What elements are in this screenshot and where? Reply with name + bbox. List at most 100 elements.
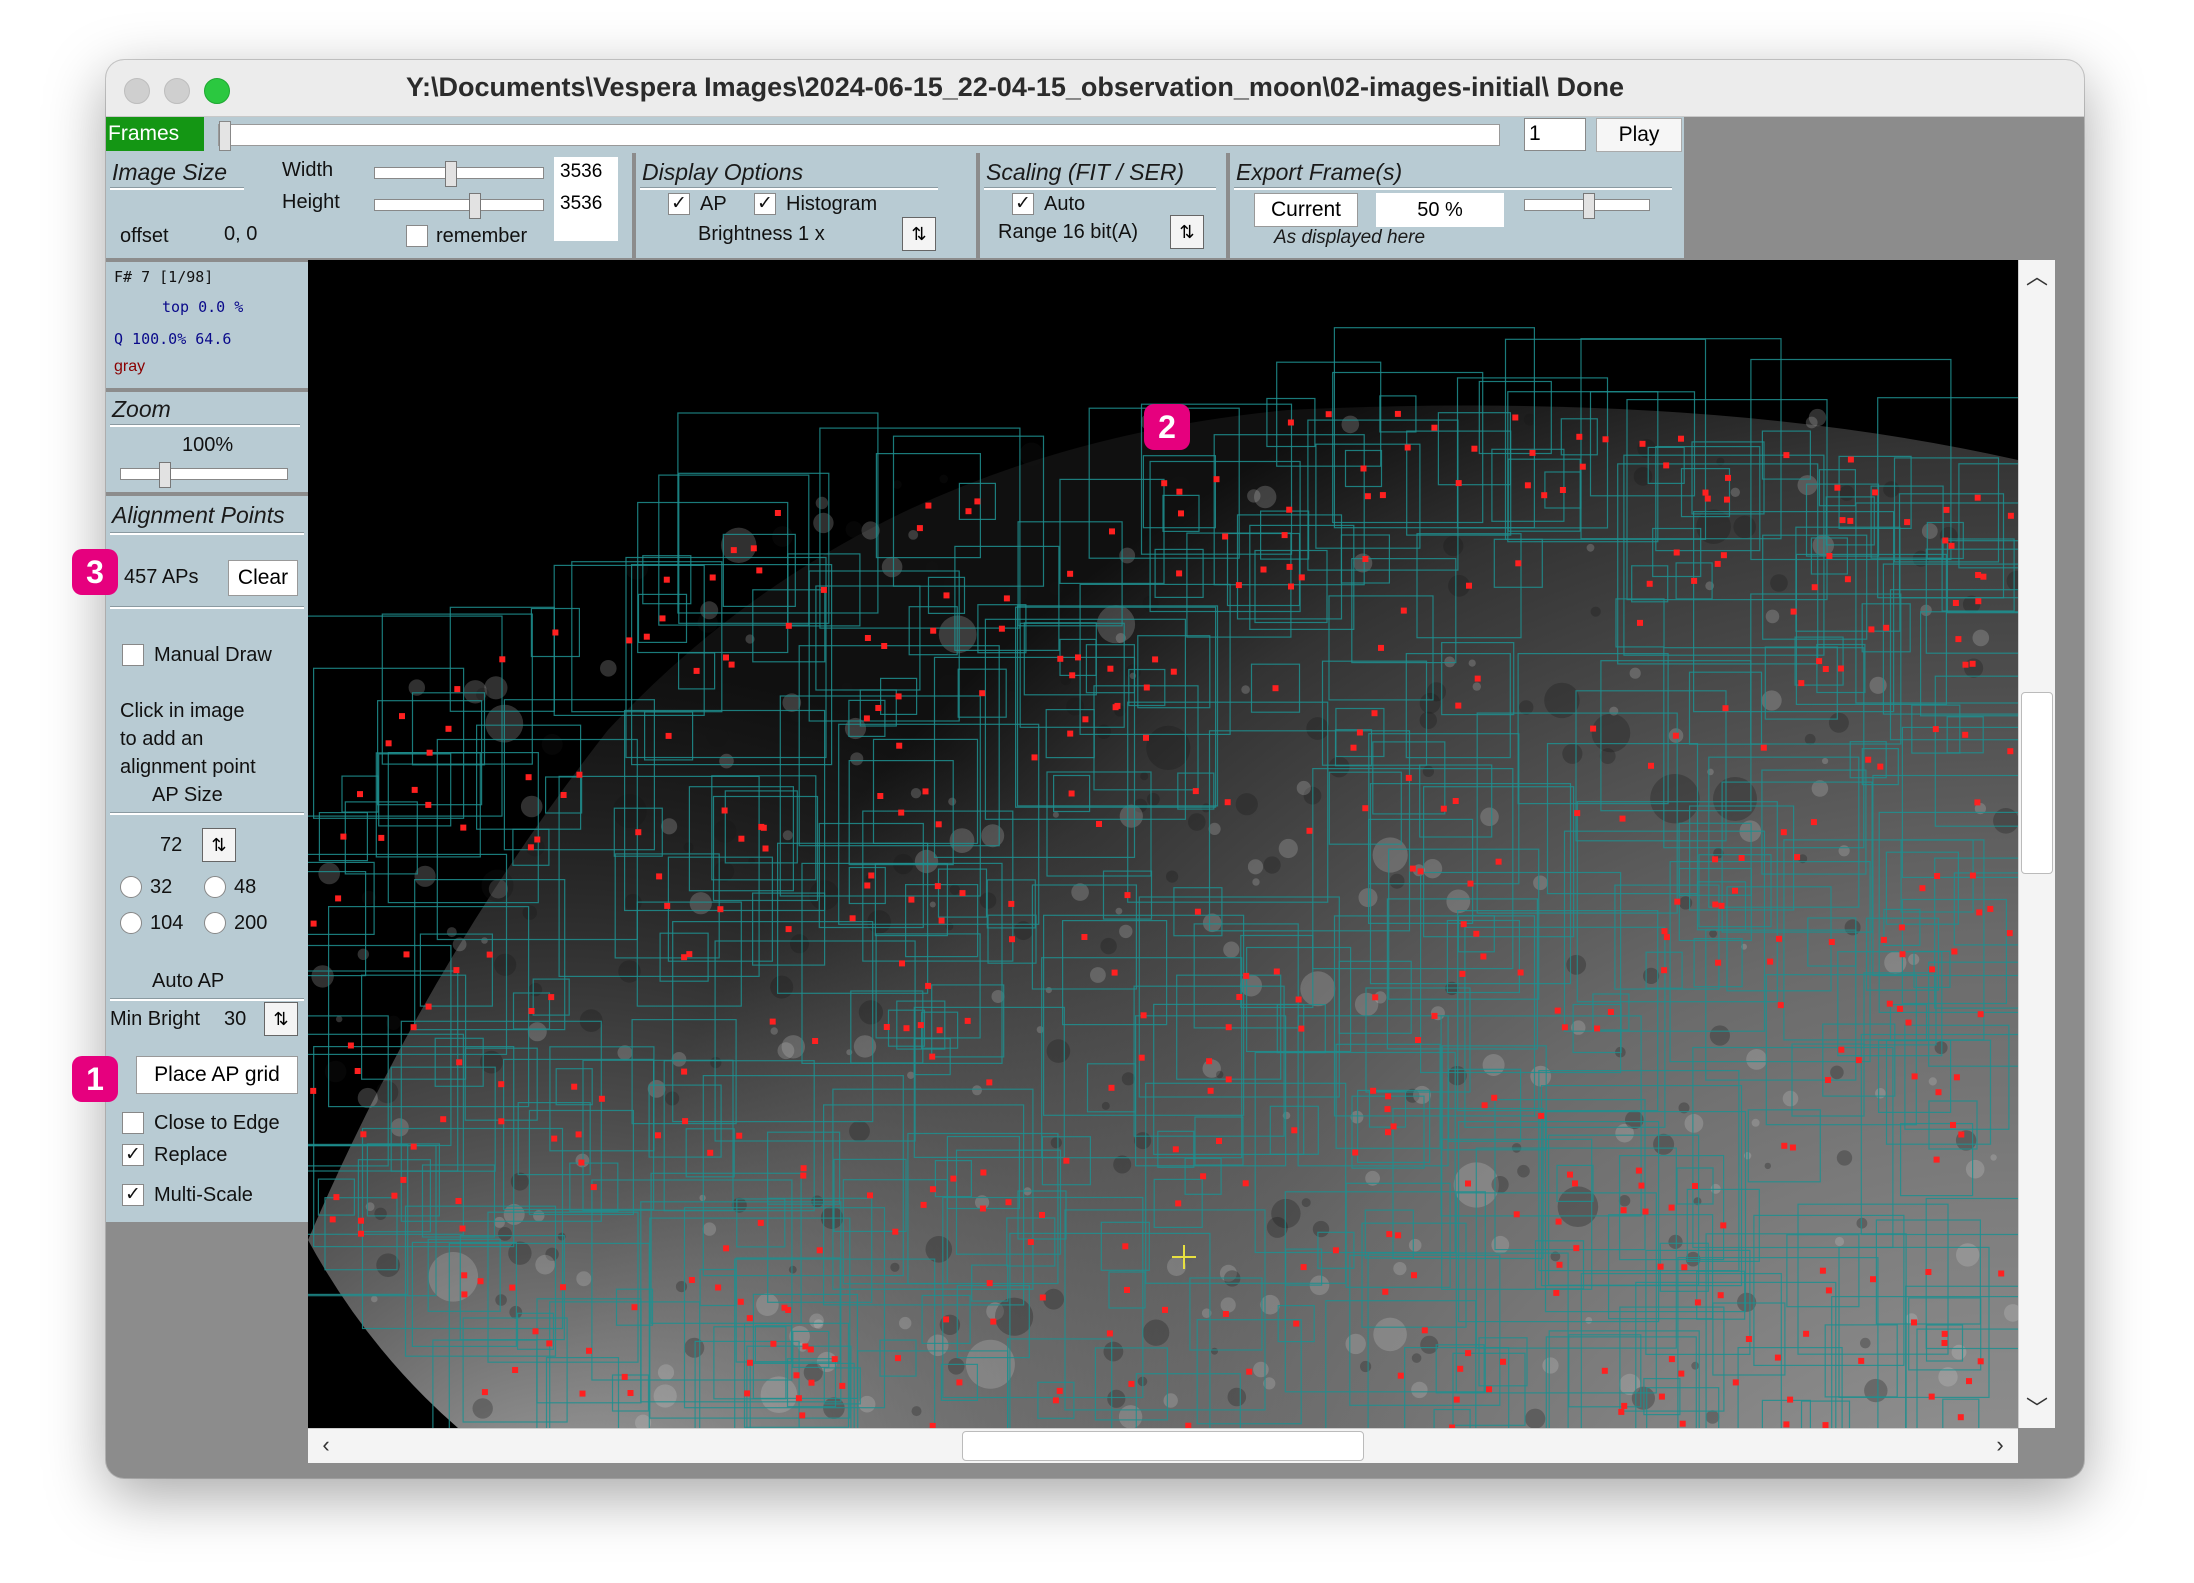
- top-percent-text: top 0.0 %: [162, 298, 244, 316]
- crater: [336, 1015, 343, 1023]
- chevron-up-icon[interactable]: ︿: [2019, 262, 2055, 292]
- ap-point: [635, 829, 642, 836]
- ap-point: [1404, 444, 1411, 451]
- export-current-button[interactable]: Current: [1254, 193, 1358, 227]
- ap-point: [903, 1025, 910, 1032]
- frames-slider[interactable]: [218, 121, 1500, 151]
- vertical-scroll-thumb[interactable]: [2021, 692, 2053, 874]
- ap-point: [707, 1149, 714, 1156]
- ap-checkbox[interactable]: ✓: [668, 193, 690, 215]
- ap-point: [410, 1143, 417, 1150]
- min-bright-value: 30: [224, 1008, 247, 1030]
- remember-checkbox[interactable]: [406, 225, 428, 247]
- place-ap-grid-button[interactable]: Place AP grid: [136, 1056, 298, 1094]
- ap-point: [400, 1176, 407, 1183]
- width-slider[interactable]: [374, 161, 544, 187]
- crater: [1586, 543, 1595, 552]
- ap-size-radio-104[interactable]: [120, 912, 142, 934]
- ap-size-radio-32[interactable]: [120, 876, 142, 898]
- ap-size-spin-icon[interactable]: ⇅: [202, 828, 236, 862]
- ap-point: [793, 1372, 800, 1379]
- crater: [1629, 667, 1641, 679]
- export-scale-slider-thumb[interactable]: [1583, 193, 1595, 219]
- ap-point: [1714, 560, 1721, 567]
- close-window-button[interactable]: [124, 78, 150, 104]
- ap-point: [2007, 748, 2014, 755]
- ap-point: [1409, 865, 1416, 872]
- ap-point: [1122, 1243, 1129, 1250]
- zoom-title: Zoom: [112, 396, 171, 422]
- divider: [110, 532, 304, 535]
- ap-point: [1635, 1167, 1642, 1174]
- multi-scale-checkbox[interactable]: ✓: [122, 1184, 144, 1206]
- crater: [890, 1262, 900, 1272]
- ap-point: [1465, 1180, 1471, 1187]
- zoom-slider[interactable]: [120, 462, 288, 488]
- crater: [1533, 875, 1548, 891]
- ap-point: [1678, 1370, 1685, 1377]
- export-scale-slider[interactable]: [1524, 193, 1650, 219]
- crater: [1566, 954, 1587, 975]
- width-field[interactable]: 3536: [554, 157, 618, 189]
- ap-point: [721, 807, 728, 814]
- ap-point: [1553, 1289, 1560, 1296]
- replace-checkbox[interactable]: ✓: [122, 1144, 144, 1166]
- ap-point: [1952, 600, 1959, 606]
- ap-point: [1431, 1012, 1438, 1019]
- chevron-left-icon[interactable]: ‹: [314, 1430, 338, 1460]
- ap-point: [1009, 936, 1015, 943]
- vertical-scrollbar[interactable]: ︿ ﹀: [2018, 260, 2055, 1428]
- crater: [671, 1052, 687, 1067]
- zoom-slider-thumb[interactable]: [159, 462, 171, 488]
- export-percent-field[interactable]: 50 %: [1376, 193, 1504, 227]
- play-button[interactable]: Play: [1596, 118, 1682, 152]
- chevron-down-icon[interactable]: ﹀: [2019, 1394, 2055, 1424]
- ap-point: [1281, 532, 1288, 539]
- ap-point: [728, 661, 735, 668]
- ap-point: [586, 1347, 592, 1354]
- chevron-right-icon[interactable]: ›: [1988, 1430, 2012, 1460]
- crater: [1839, 485, 1855, 501]
- ap-point: [1400, 607, 1407, 614]
- minimize-window-button[interactable]: [164, 78, 190, 104]
- ap-point: [736, 1132, 743, 1139]
- crater: [1679, 896, 1693, 910]
- crater: [1115, 907, 1123, 915]
- crater: [1761, 690, 1782, 711]
- horizontal-scroll-thumb[interactable]: [962, 1431, 1364, 1461]
- ap-point: [1273, 968, 1280, 975]
- ap-size-radio-200[interactable]: [204, 912, 226, 934]
- ap-point: [1872, 489, 1879, 496]
- ap-size-radio-48[interactable]: [204, 876, 226, 898]
- auto-scaling-checkbox[interactable]: ✓: [1012, 193, 1034, 215]
- height-field[interactable]: 3536: [554, 189, 618, 221]
- ap-point: [744, 1390, 751, 1397]
- ap-point: [1637, 619, 1643, 626]
- clear-aps-button[interactable]: Clear: [228, 560, 298, 596]
- ap-point: [979, 690, 986, 697]
- horizontal-scrollbar[interactable]: ‹ ›: [308, 1428, 2018, 1463]
- frames-slider-thumb[interactable]: [219, 121, 231, 151]
- ap-point: [723, 654, 729, 661]
- ap-point: [896, 742, 903, 749]
- range-spin-icon[interactable]: ⇅: [1170, 215, 1204, 249]
- brightness-spin-icon[interactable]: ⇅: [902, 217, 936, 251]
- manual-draw-checkbox[interactable]: [122, 644, 144, 666]
- frame-number-field[interactable]: 1: [1524, 118, 1586, 151]
- ap-point: [1720, 1222, 1727, 1229]
- ap-point: [1783, 452, 1790, 459]
- ap-point: [378, 834, 385, 841]
- close-to-edge-checkbox[interactable]: [122, 1112, 144, 1134]
- ap-point: [1880, 936, 1887, 943]
- min-bright-spin-icon[interactable]: ⇅: [264, 1002, 298, 1036]
- ap-point: [1932, 726, 1939, 733]
- ap-point: [1844, 576, 1851, 583]
- height-slider[interactable]: [374, 193, 544, 219]
- ap-point: [1224, 799, 1231, 806]
- zoom-window-button[interactable]: [204, 78, 230, 104]
- ap-point: [411, 786, 418, 793]
- width-slider-thumb[interactable]: [445, 161, 457, 187]
- panel-separator: [976, 153, 980, 258]
- height-slider-thumb[interactable]: [469, 193, 481, 219]
- histogram-checkbox[interactable]: ✓: [754, 193, 776, 215]
